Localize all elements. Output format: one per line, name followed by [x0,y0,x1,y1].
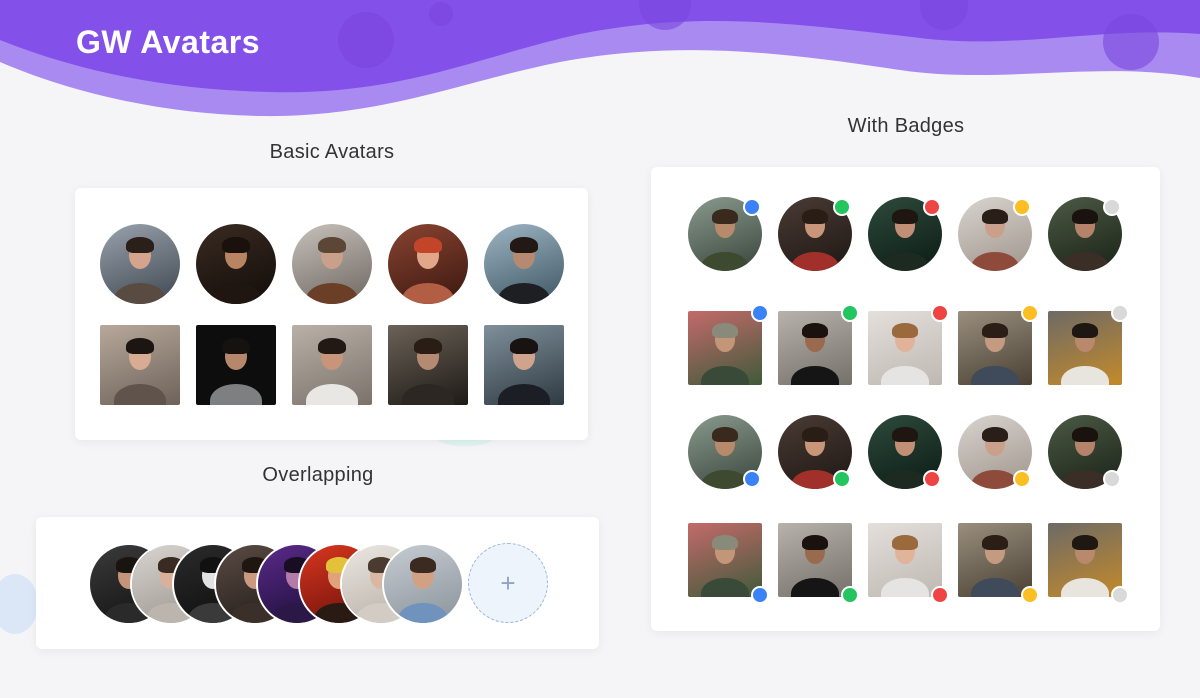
avatar[interactable] [868,197,942,271]
basic-avatars-card [75,188,588,440]
overlapping-title: Overlapping [262,464,374,486]
avatar[interactable] [100,224,180,304]
avatar[interactable] [958,304,1039,385]
status-badge-offline [1111,586,1129,604]
round-avatar-row [100,224,564,304]
status-badge-offline [1111,304,1129,322]
square-badge-top-row [688,304,1129,385]
status-badge-away [1013,470,1031,488]
status-badge-active [841,586,859,604]
avatar[interactable] [688,197,762,271]
status-badge-online [751,304,769,322]
avatar[interactable] [688,415,762,489]
status-badge-away [1021,304,1039,322]
avatar[interactable] [958,523,1039,604]
page-title: GW Avatars [76,24,261,60]
status-badge-active [833,470,851,488]
status-badge-offline [1103,198,1121,216]
status-badge-online [743,198,761,216]
avatar[interactable] [388,325,468,405]
avatar[interactable] [868,523,949,604]
avatar[interactable] [778,415,852,489]
avatar[interactable] [958,197,1032,271]
avatar[interactable] [688,523,769,604]
decorative-circle [0,574,38,634]
avatar[interactable] [958,415,1032,489]
avatar[interactable] [100,325,180,405]
avatar[interactable] [688,304,769,385]
status-badge-busy [923,470,941,488]
avatar[interactable] [292,325,372,405]
avatar[interactable] [196,325,276,405]
header-wave: GW Avatars [0,0,1200,130]
avatar[interactable] [778,304,859,385]
add-avatar-button[interactable]: + [468,543,548,623]
avatar[interactable] [868,415,942,489]
status-badge-online [743,470,761,488]
with-badges-title: With Badges [847,115,965,137]
avatar[interactable] [1048,523,1129,604]
status-badge-busy [923,198,941,216]
avatar[interactable] [1048,415,1122,489]
overlapping-card: + [36,517,599,649]
avatar[interactable] [484,224,564,304]
plus-icon: + [500,567,516,598]
avatar[interactable] [778,197,852,271]
basic-avatars-title: Basic Avatars [269,141,395,163]
overlapping-avatar-group [88,543,464,625]
status-badge-away [1021,586,1039,604]
status-badge-away [1013,198,1031,216]
round-badge-top-row [688,197,1122,271]
avatar[interactable] [1048,304,1129,385]
status-badge-active [841,304,859,322]
wave-shape [0,0,1200,117]
avatar[interactable] [778,523,859,604]
square-avatar-row [100,325,564,405]
avatar[interactable] [382,543,464,625]
status-badge-active [833,198,851,216]
square-badge-bottom-row [688,523,1129,604]
badges-card [651,167,1160,631]
status-badge-busy [931,304,949,322]
avatar[interactable] [388,224,468,304]
status-badge-online [751,586,769,604]
avatar[interactable] [196,224,276,304]
round-badge-bottom-row [688,415,1122,489]
avatar[interactable] [484,325,564,405]
avatar[interactable] [1048,197,1122,271]
status-badge-busy [931,586,949,604]
avatar[interactable] [292,224,372,304]
avatar[interactable] [868,304,949,385]
status-badge-offline [1103,470,1121,488]
